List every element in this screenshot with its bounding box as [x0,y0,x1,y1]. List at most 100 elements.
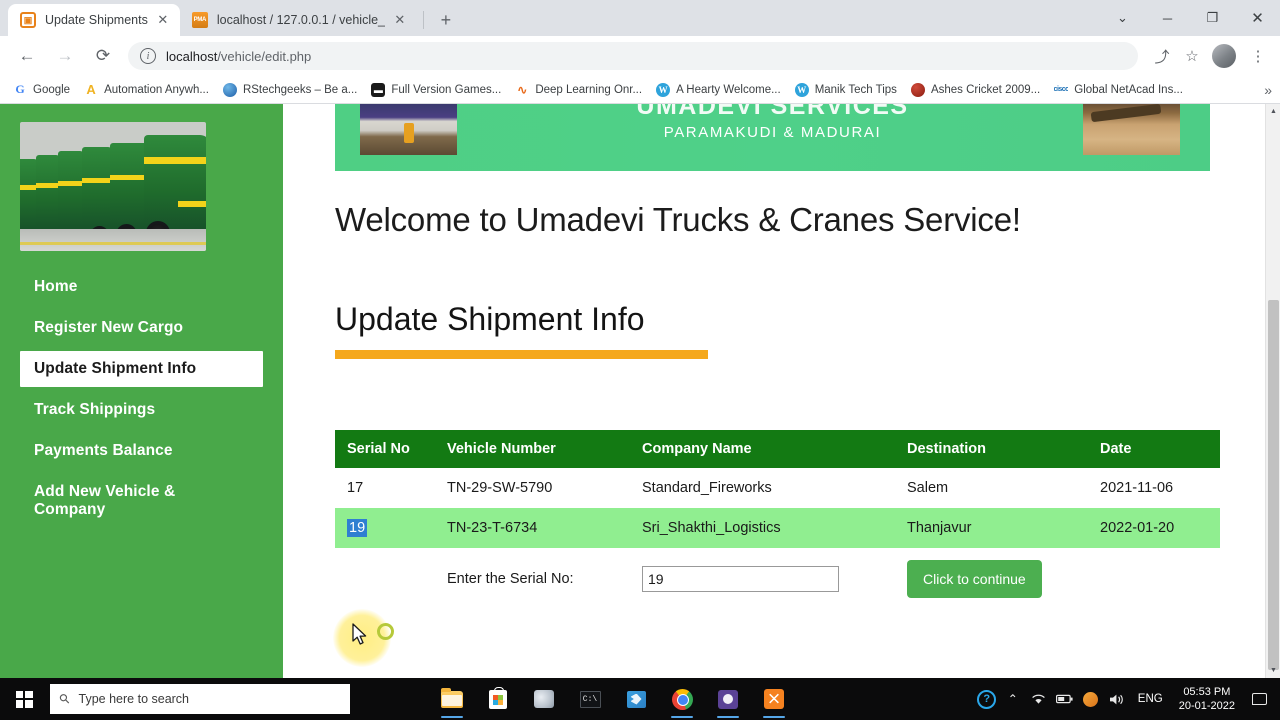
bookmark-deep-learning[interactable]: ∿ Deep Learning Onr... [508,79,649,101]
taskbar-microsoft-store-icon[interactable] [478,678,518,720]
scroll-down-arrow-icon[interactable]: ▼ [1266,663,1280,678]
serial-no-input[interactable] [642,566,839,592]
address-bar[interactable]: i localhost/vehicle/edit.php [128,42,1138,70]
crane-on-sand-photo [1083,104,1180,155]
table-head: Serial No Vehicle Number Company Name De… [335,430,1220,468]
tray-volume-icon[interactable] [1105,678,1129,720]
cell-serial-no[interactable]: 17 [335,468,435,508]
taskbar-file-explorer-icon[interactable] [432,678,472,720]
bookmark-global-netacad[interactable]: cisco Global NetAcad Ins... [1047,79,1190,101]
wordpress-icon: W [656,82,671,97]
browser-toolbar: ← → ⟳ i localhost/vehicle/edit.php ⤴ ☆ ⋮ [0,36,1280,76]
table-row[interactable]: 17 TN-29-SW-5790 Standard_Fireworks Sale… [335,468,1220,508]
column-header-destination: Destination [895,430,1088,468]
share-icon[interactable]: ⤴ [1148,42,1176,70]
cisco-netacad-icon: cisco [1054,82,1069,97]
windows-taskbar: ⚲ Type here to search C:\ ⨉ ? ⌃ ENG 05:5… [0,678,1280,720]
scrollbar-thumb[interactable] [1268,300,1279,670]
browser-menu-icon[interactable]: ⋮ [1244,42,1272,70]
start-button[interactable] [0,678,48,720]
cell-destination: Thanjavur [907,520,972,536]
tray-weather-icon[interactable] [1079,678,1103,720]
tab-close-icon[interactable]: ✕ [154,11,172,29]
google-icon: G [13,82,27,97]
action-center-button[interactable] [1244,678,1274,720]
new-tab-button[interactable]: + [432,6,460,34]
bookmark-ashes-cricket[interactable]: Ashes Cricket 2009... [904,79,1047,101]
page-scrollbar[interactable]: ▲ ▼ [1265,104,1280,678]
tab-close-icon[interactable]: ✕ [391,11,409,29]
taskbar-command-prompt-icon[interactable]: C:\ [570,678,610,720]
tray-wifi-icon[interactable] [1027,678,1051,720]
cell-company-name: Standard_Fireworks [642,480,772,496]
sidebar-item-home[interactable]: Home [20,269,263,305]
cell-date: 2021-11-06 [1100,480,1174,496]
bookmark-label: A Hearty Welcome... [676,83,781,96]
cell-vehicle-number: TN-29-SW-5790 [447,480,553,496]
table-row[interactable]: 19 TN-23-T-6734 Sri_Shakthi_Logistics Th… [335,508,1220,548]
taskbar-visual-studio-code-icon[interactable] [616,678,656,720]
tab-separator [422,11,424,29]
page-viewport: Home Register New Cargo Update Shipment … [0,104,1280,678]
tray-show-hidden-icons-chevron-icon[interactable]: ⌃ [1001,678,1025,720]
bookmark-full-version-games[interactable]: ▬ Full Version Games... [364,79,508,101]
back-button[interactable]: ← [12,41,42,71]
sidebar-item-register-new-cargo[interactable]: Register New Cargo [20,310,263,346]
form-spacer [335,548,435,610]
phpmyadmin-favicon-icon: PMA [191,12,208,28]
wordpress-icon: W [794,82,809,97]
column-header-serial-no: Serial No [335,430,435,468]
taskbar-search-box[interactable]: ⚲ Type here to search [50,684,350,714]
taskbar-microsoft-teams-icon[interactable] [708,678,748,720]
bookmark-a-hearty-welcome[interactable]: W A Hearty Welcome... [649,79,788,101]
banner-title: UMADEVI SERVICES [636,104,909,120]
url-text: localhost/vehicle/edit.php [166,49,311,64]
maximize-button[interactable]: ❐ [1190,0,1235,36]
tab-search-chevron-icon[interactable]: ⌄ [1100,0,1145,36]
sidebar-item-payments-balance[interactable]: Payments Balance [20,433,263,469]
update-shipments-favicon-icon: ▣ [20,12,36,28]
minimize-button[interactable]: ─ [1145,0,1190,36]
bookmarks-overflow-icon[interactable]: » [1264,82,1272,98]
tray-clock[interactable]: 05:53 PM 20-01-2022 [1172,685,1242,713]
bookmark-google[interactable]: G Google [6,79,77,101]
tab-phpmyadmin[interactable]: PMA localhost / 127.0.0.1 / vehicle_db ✕ [179,4,417,36]
xampp-glyph: ⨉ [764,689,784,709]
tray-help-icon[interactable]: ? [975,678,999,720]
banner-subtitle: PARAMAKUDI & MADURAI [663,124,882,141]
sidebar-item-add-new-vehicle-company[interactable]: Add New Vehicle & Company [20,474,263,528]
bookmark-rstechgeeks[interactable]: RStechgeeks – Be a... [216,79,364,101]
tab-strip: ▣ Update Shipments ✕ PMA localhost / 127… [0,0,1280,36]
bookmark-manik-tech-tips[interactable]: W Manik Tech Tips [788,79,904,101]
taskbar-photos-icon[interactable] [524,678,564,720]
avatar[interactable] [1212,44,1236,68]
sidebar-item-update-shipment-info[interactable]: Update Shipment Info [20,351,263,387]
tab-update-shipments[interactable]: ▣ Update Shipments ✕ [8,4,180,36]
selected-serial-text[interactable]: 19 [347,519,368,537]
table-body: 17 TN-29-SW-5790 Standard_Fireworks Sale… [335,468,1220,610]
bookmark-label: Global NetAcad Ins... [1074,83,1183,96]
tray-battery-icon[interactable] [1053,678,1077,720]
magnifier-icon: ⚲ [55,689,74,708]
gamepad-icon: ▬ [371,82,386,97]
sidebar-item-track-shippings[interactable]: Track Shippings [20,392,263,428]
bookmark-star-icon[interactable]: ☆ [1178,42,1206,70]
tray-language-indicator[interactable]: ENG [1131,693,1170,705]
click-to-continue-button[interactable]: Click to continue [907,560,1042,598]
taskbar-xampp-icon[interactable]: ⨉ [754,678,794,720]
scroll-up-arrow-icon[interactable]: ▲ [1266,104,1280,119]
site-banner: UMADEVI SERVICES PARAMAKUDI & MADURAI [335,104,1210,171]
close-window-button[interactable]: ✕ [1235,0,1280,36]
reload-button[interactable]: ⟳ [88,41,118,71]
browser-window: ▣ Update Shipments ✕ PMA localhost / 127… [0,0,1280,678]
taskbar-google-chrome-icon[interactable] [662,678,702,720]
bookmark-automation-anywhere[interactable]: A Automation Anywh... [77,79,216,101]
site-info-icon[interactable]: i [140,48,156,64]
cell-serial-no[interactable]: 19 [335,508,435,548]
serial-entry-row: Enter the Serial No: Click to continue [335,548,1220,610]
column-header-company-name: Company Name [630,430,895,468]
forward-button[interactable]: → [50,41,80,71]
cell-date: 2022-01-20 [1100,520,1175,536]
matlab-icon: ∿ [515,82,530,97]
tray-date: 20-01-2022 [1178,700,1235,712]
